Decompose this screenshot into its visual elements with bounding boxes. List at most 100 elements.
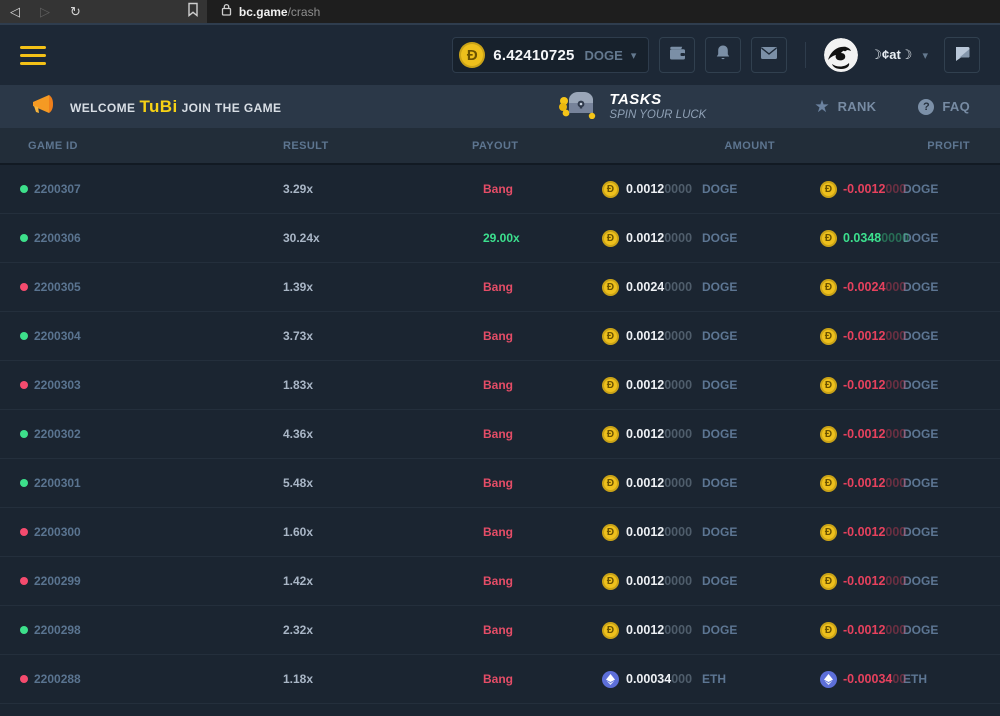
browser-bar: ◁ ▷ ↻ bc.game/crash — [0, 0, 1000, 23]
table-row[interactable]: 2200299 1.42x Bang Đ 0.00120000 DOGE Đ -… — [0, 557, 1000, 606]
profit-main: -0.0012 — [843, 378, 885, 392]
doge-coin-icon: Đ — [602, 622, 619, 639]
welcome-join: JOIN THE GAME — [182, 101, 282, 115]
result-value: 1.18x — [255, 672, 452, 686]
table-row[interactable]: 2200301 5.48x Bang Đ 0.00120000 DOGE Đ -… — [0, 459, 1000, 508]
doge-coin-icon: Đ — [602, 426, 619, 443]
wallet-button[interactable] — [659, 37, 695, 73]
notifications-button[interactable] — [705, 37, 741, 73]
profit-currency: DOGE — [903, 182, 938, 196]
welcome-word: WELCOME — [70, 101, 135, 115]
url-bar[interactable]: bc.game/crash — [207, 0, 1000, 23]
bookmark-icon[interactable] — [187, 2, 199, 22]
app-header: Đ 6.42410725 DOGE ▾ ☽¢at☽ ▾ — [0, 23, 1000, 85]
welcome-banner: WELCOMETuBiJOIN THE GAME TASKS SPIN YOUR… — [0, 85, 1000, 128]
table-row[interactable]: 2200306 30.24x 29.00x Đ 0.00120000 DOGE … — [0, 214, 1000, 263]
balance-selector[interactable]: Đ 6.42410725 DOGE ▾ — [452, 37, 649, 73]
amount-cell: Đ 0.00120000 DOGE — [600, 573, 790, 590]
profit-zeros: 000 — [885, 280, 906, 294]
faq-button[interactable]: ? FAQ — [918, 99, 970, 115]
profit-main: -0.0024 — [843, 280, 885, 294]
amount-main: 0.0012 — [626, 182, 664, 196]
table-row[interactable]: 2200305 1.39x Bang Đ 0.00240000 DOGE Đ -… — [0, 263, 1000, 312]
table-row[interactable]: 2200304 3.73x Bang Đ 0.00120000 DOGE Đ -… — [0, 312, 1000, 361]
game-id-cell: 2200304 — [0, 329, 255, 343]
table-row[interactable]: 2200298 2.32x Bang Đ 0.00120000 DOGE Đ -… — [0, 606, 1000, 655]
amount-zeros: 0000 — [664, 182, 692, 196]
star-icon: ★ — [814, 97, 829, 117]
col-game-id: GAME ID — [0, 140, 255, 152]
game-id-cell: 2200301 — [0, 476, 255, 490]
profit-cell: Đ -0.0012000 DOGE — [790, 181, 1000, 198]
amount-main: 0.0012 — [626, 623, 664, 637]
messages-button[interactable] — [751, 37, 787, 73]
username[interactable]: ☽¢at☽ — [870, 47, 912, 63]
doge-coin-icon: Đ — [820, 573, 837, 590]
status-dot — [20, 185, 28, 193]
tasks-title: TASKS — [609, 91, 706, 108]
col-result: RESULT — [255, 140, 452, 152]
profit-cell: -0.0003400 ETH — [790, 671, 1000, 688]
amount-currency: DOGE — [702, 182, 737, 196]
col-profit: PROFIT — [790, 140, 1000, 152]
result-value: 1.39x — [255, 280, 452, 294]
doge-coin-icon: Đ — [820, 230, 837, 247]
bell-icon — [715, 44, 731, 67]
payout-cell: Bang — [452, 182, 600, 196]
amount-zeros: 0000 — [664, 574, 692, 588]
profit-currency: DOGE — [903, 623, 938, 637]
payout-cell: Bang — [452, 574, 600, 588]
payout-value: Bang — [483, 378, 513, 392]
game-id: 2200305 — [34, 280, 81, 294]
payout-cell: Bang — [452, 476, 600, 490]
forward-icon[interactable]: ▷ — [40, 5, 50, 18]
doge-coin-icon: Đ — [820, 524, 837, 541]
menu-icon[interactable] — [20, 46, 46, 65]
amount-currency: DOGE — [702, 623, 737, 637]
profit-cell: Đ -0.0012000 DOGE — [790, 377, 1000, 394]
table-row[interactable]: 2200288 1.18x Bang 0.00034000 ETH -0.000… — [0, 655, 1000, 704]
tasks-subtitle: SPIN YOUR LUCK — [609, 109, 706, 122]
amount-main: 0.0012 — [626, 525, 664, 539]
profit-zeros: 00 — [892, 672, 906, 686]
user-chevron-down-icon[interactable]: ▾ — [922, 49, 928, 62]
doge-coin-icon: Đ — [820, 181, 837, 198]
doge-coin-icon: Đ — [602, 573, 619, 590]
amount-zeros: 0000 — [664, 378, 692, 392]
table-row[interactable]: 2200303 1.83x Bang Đ 0.00120000 DOGE Đ -… — [0, 361, 1000, 410]
back-icon[interactable]: ◁ — [10, 5, 20, 18]
status-dot — [20, 528, 28, 536]
welcome-message: WELCOMETuBiJOIN THE GAME — [70, 97, 281, 117]
rank-button[interactable]: ★ RANK — [814, 97, 876, 117]
amount-cell: Đ 0.00120000 DOGE — [600, 524, 790, 541]
payout-cell: Bang — [452, 672, 600, 686]
payout-cell: Bang — [452, 525, 600, 539]
profit-cell: Đ -0.0012000 DOGE — [790, 622, 1000, 639]
profit-currency: DOGE — [903, 525, 938, 539]
reload-icon[interactable]: ↻ — [70, 5, 81, 18]
doge-coin-icon: Đ — [602, 328, 619, 345]
result-value: 1.60x — [255, 525, 452, 539]
profit-zeros: 000 — [885, 623, 906, 637]
profit-cell: Đ -0.0024000 DOGE — [790, 279, 1000, 296]
payout-value: Bang — [483, 672, 513, 686]
table-row[interactable]: 2200302 4.36x Bang Đ 0.00120000 DOGE Đ -… — [0, 410, 1000, 459]
faq-label: FAQ — [942, 99, 970, 114]
profit-cell: Đ -0.0012000 DOGE — [790, 328, 1000, 345]
amount-zeros: 0000 — [664, 427, 692, 441]
table-row[interactable]: 2200300 1.60x Bang Đ 0.00120000 DOGE Đ -… — [0, 508, 1000, 557]
profit-cell: Đ -0.0012000 DOGE — [790, 475, 1000, 492]
avatar[interactable] — [824, 38, 858, 72]
game-id: 2200288 — [34, 672, 81, 686]
amount-cell: Đ 0.00120000 DOGE — [600, 377, 790, 394]
amount-currency: ETH — [702, 672, 726, 686]
chat-toggle-button[interactable] — [944, 37, 980, 73]
url-host: bc.game — [239, 5, 288, 19]
result-value: 1.42x — [255, 574, 452, 588]
table-row[interactable]: 2200307 3.29x Bang Đ 0.00120000 DOGE Đ -… — [0, 165, 1000, 214]
amount-zeros: 0000 — [664, 476, 692, 490]
doge-coin-icon: Đ — [602, 524, 619, 541]
profit-main: 0.0348 — [843, 231, 881, 245]
tasks-button[interactable]: TASKS SPIN YOUR LUCK — [557, 89, 706, 124]
profit-zeros: 0000 — [881, 231, 909, 245]
